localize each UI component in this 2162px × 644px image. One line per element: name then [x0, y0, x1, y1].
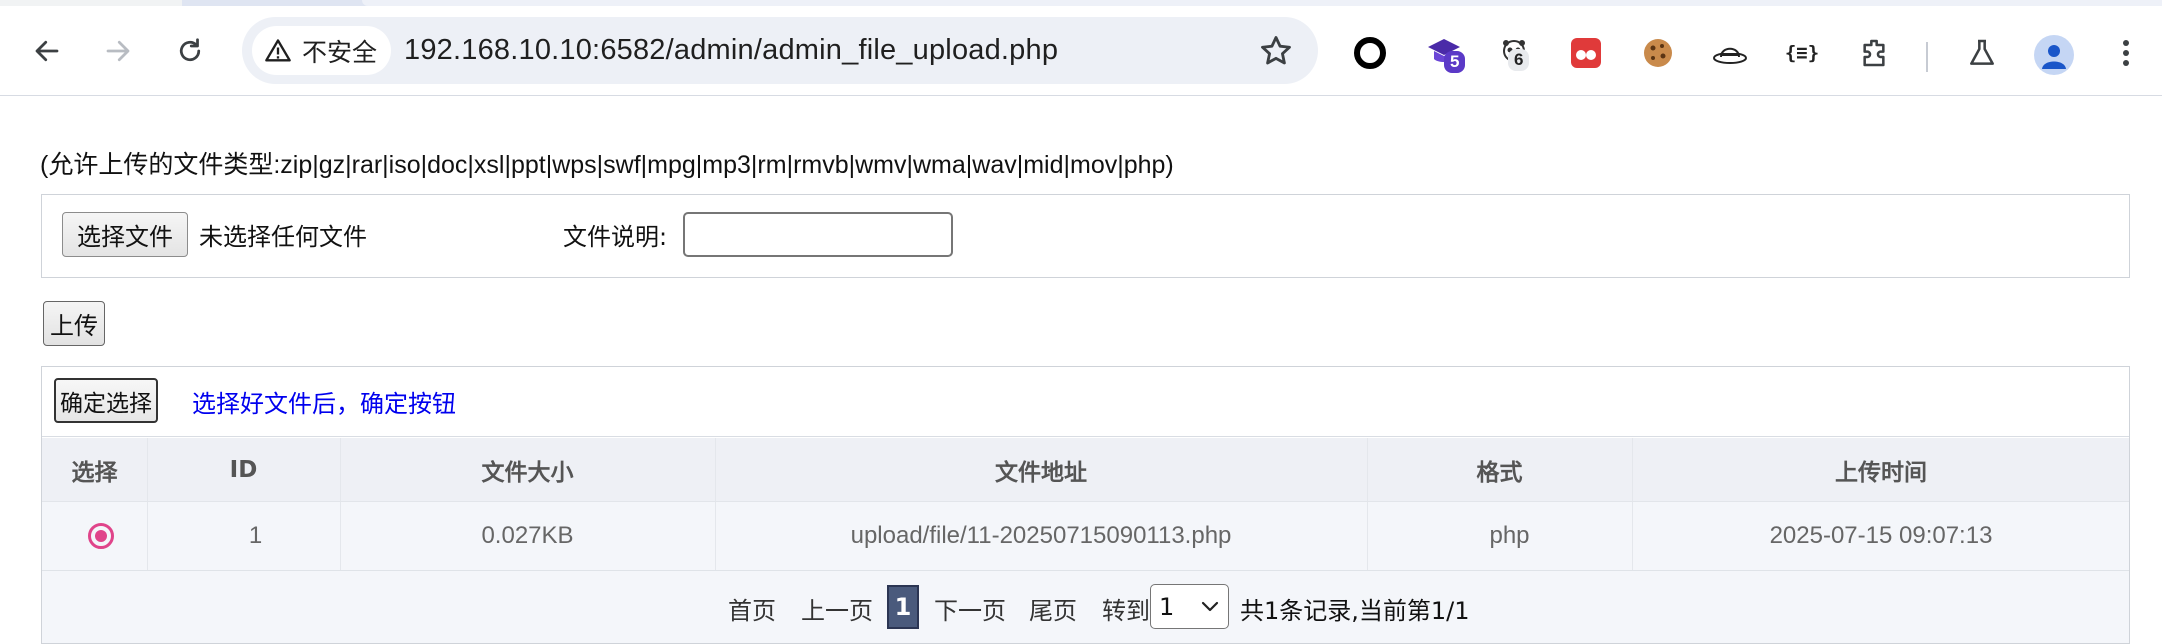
flask-icon[interactable] [1962, 33, 2002, 73]
header-select: 选择 [71, 459, 118, 486]
confirm-hint: 选择好文件后，确定按钮 [192, 390, 456, 418]
goto-label: 转到 [1102, 597, 1150, 625]
red-dots-extension-icon[interactable] [1566, 33, 1606, 73]
next-page-link[interactable]: 下一页 [934, 591, 1006, 626]
time-cell: 2025-07-15 09:07:13 [1769, 522, 1993, 549]
header-size: 文件大小 [481, 459, 574, 486]
header-upload-time: 上传时间 [1835, 459, 1927, 486]
panda-extension-icon[interactable]: 6 [1494, 33, 1534, 73]
panel-actions: 确定选择 选择好文件后，确定按钮 [42, 367, 2129, 437]
forward-button[interactable] [95, 28, 141, 74]
file-list-panel: 确定选择 选择好文件后，确定按钮 选择 ID 文件大小 文件地址 格式 上传时间 [41, 366, 2130, 644]
path-cell: upload/file/11-20250715090113.php [850, 522, 1232, 549]
file-description-label: 文件说明: [563, 223, 668, 251]
back-arrow-icon [35, 40, 59, 62]
id-cell: 1 [248, 522, 263, 549]
record-summary: 共1条记录,当前第1/1 [1240, 597, 1470, 625]
security-indicator[interactable]: 不安全 [252, 26, 392, 75]
cookie-extension-icon[interactable] [1638, 33, 1678, 73]
header-path: 文件地址 [995, 459, 1087, 486]
upload-form: 选择文件 未选择任何文件 文件说明: [41, 194, 2130, 278]
no-file-selected-text: 未选择任何文件 [199, 223, 367, 251]
prev-page-link[interactable]: 上一页 [801, 591, 873, 626]
circle-extension-icon[interactable] [1350, 33, 1390, 73]
reload-button[interactable] [167, 28, 213, 74]
header-format: 格式 [1476, 459, 1523, 486]
choose-file-button[interactable]: 选择文件 [62, 212, 188, 257]
file-select-radio[interactable] [87, 523, 114, 549]
extension-badge: 6 [1508, 49, 1530, 71]
bookmark-star-icon[interactable] [1258, 33, 1294, 69]
page-content: (允许上传的文件类型:zip|gz|rar|iso|doc|xsl|ppt|wp… [0, 97, 2162, 644]
table-header: 选择 ID 文件大小 文件地址 格式 上传时间 [42, 438, 2129, 502]
goto-page-value: 1 [1159, 592, 1175, 621]
security-label: 不安全 [302, 37, 378, 67]
toolbar-divider [1926, 42, 1928, 72]
chevron-down-icon [1201, 601, 1219, 612]
upload-button[interactable]: 上传 [43, 301, 105, 346]
current-page[interactable]: 1 [887, 585, 919, 629]
pagination: 首页 上一页 1 下一页 尾页 转到 1 共1条记录,当前第1/1 [42, 571, 2129, 643]
reload-icon [179, 38, 201, 62]
first-page-link[interactable]: 首页 [728, 591, 776, 626]
file-description-input[interactable] [683, 212, 953, 257]
back-button[interactable] [24, 28, 70, 74]
select-cell [42, 502, 159, 570]
confirm-selection-button[interactable]: 确定选择 [54, 378, 158, 423]
extension-badge: 5 [1444, 51, 1466, 73]
warning-icon [265, 38, 291, 61]
puzzle-extension-icon[interactable] [1854, 33, 1894, 73]
hat-extension-icon[interactable] [1710, 33, 1750, 73]
goto-page-select[interactable]: 1 [1150, 584, 1229, 629]
last-page-link[interactable]: 尾页 [1029, 591, 1077, 626]
radio-selected-dot [94, 530, 107, 542]
forward-arrow-icon [106, 40, 130, 62]
url-text[interactable]: 192.168.10.10:6582/admin/admin_file_uplo… [404, 17, 1058, 84]
graduation-cap-extension-icon[interactable]: 5 [1424, 33, 1466, 73]
person-icon [2042, 45, 2066, 69]
menu-kebab-icon[interactable] [2106, 33, 2146, 73]
column-divider [147, 502, 148, 570]
table-row[interactable]: 1 0.027KB upload/file/11-20250715090113.… [42, 502, 2129, 571]
size-cell: 0.027KB [481, 522, 574, 549]
header-id: ID [229, 456, 258, 483]
allowed-file-types: (允许上传的文件类型:zip|gz|rar|iso|doc|xsl|ppt|wp… [40, 151, 1174, 179]
json-extension-icon[interactable]: {≡} [1782, 33, 1822, 73]
profile-avatar[interactable] [2034, 35, 2074, 75]
address-bar[interactable]: 不安全 192.168.10.10:6582/admin/admin_file_… [242, 17, 1318, 84]
format-cell: php [1489, 522, 1530, 549]
browser-toolbar: 不安全 192.168.10.10:6582/admin/admin_file_… [0, 6, 2162, 96]
